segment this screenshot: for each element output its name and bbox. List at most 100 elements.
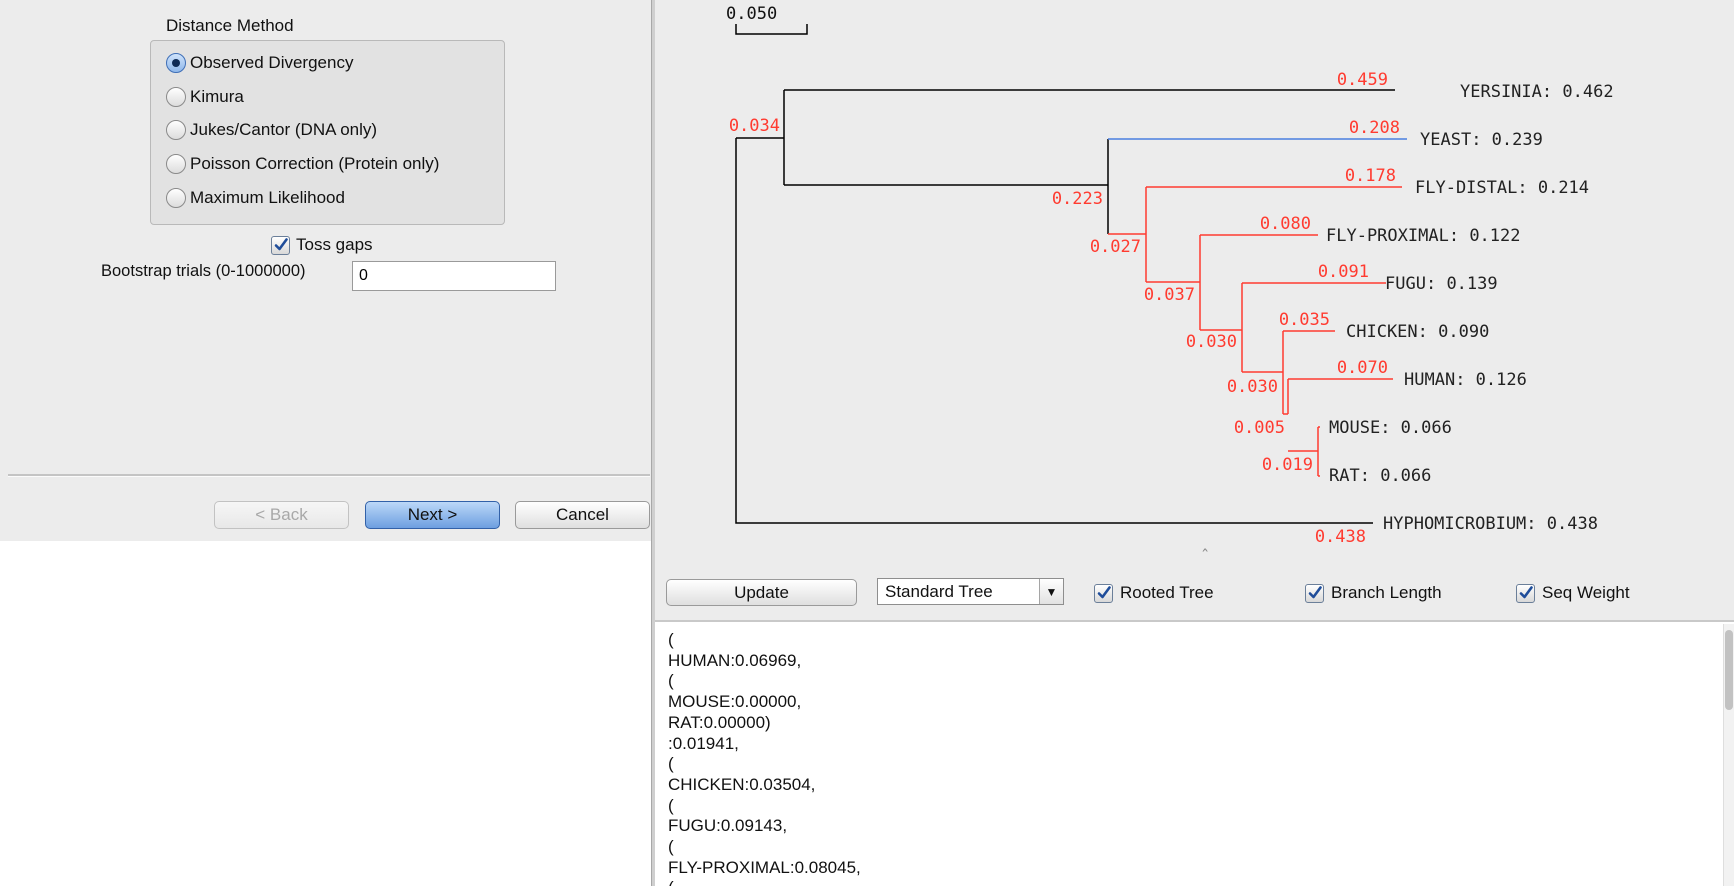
newick-line: ( — [655, 878, 1723, 886]
leaf-value: 0.438 — [1547, 514, 1598, 534]
newick-scroll-thumb[interactable] — [1725, 630, 1733, 710]
newick-line: CHICKEN:0.03504, — [668, 774, 816, 794]
radio-label: Observed Divergency — [190, 53, 354, 72]
leaf-name: HUMAN — [1404, 370, 1455, 390]
leaf-value: 0.239 — [1492, 130, 1543, 150]
internal-branch-label: 0.034 — [729, 116, 780, 136]
newick-line: :0.01941, — [668, 733, 739, 753]
next-button[interactable]: Next > — [365, 501, 500, 529]
radio-maximum-likelihood[interactable]: Maximum Likelihood — [166, 185, 345, 211]
leaf-value: 0.139 — [1446, 274, 1497, 294]
branch-length-label: 0.178 — [1345, 166, 1396, 186]
svg-text:YEAST: 0.239: YEAST: 0.239 — [1420, 130, 1543, 150]
branch-length-label: 0.459 — [1337, 70, 1388, 90]
internal-branch-label: 0.223 — [1052, 189, 1103, 209]
leaf-value: 0.122 — [1469, 226, 1520, 246]
leaf-name: MOUSE — [1329, 418, 1380, 438]
leaf-value: 0.214 — [1538, 178, 1589, 198]
branch-length-checkbox[interactable]: Branch Length — [1305, 583, 1442, 603]
branch-length-labels: 0.459 0.208 0.178 0.080 0.091 0.035 0.07… — [729, 70, 1400, 547]
leaf-name: FLY-DISTAL — [1415, 178, 1517, 198]
branch-length-label: 0.070 — [1337, 358, 1388, 378]
internal-branch-label: 0.019 — [1262, 455, 1313, 475]
tree-type-value: Standard Tree — [885, 581, 993, 601]
radio-icon — [166, 120, 186, 140]
rooted-tree-label: Rooted Tree — [1120, 583, 1214, 602]
branch-length-label: 0.035 — [1279, 310, 1330, 330]
leaf-name: HYPHOMICROBIUM — [1383, 514, 1526, 534]
leaf-value: 0.126 — [1476, 370, 1527, 390]
svg-text:CHICKEN: 0.090: CHICKEN: 0.090 — [1346, 322, 1489, 342]
distance-method-title: Distance Method — [166, 16, 294, 35]
internal-branch-label: 0.030 — [1227, 377, 1278, 397]
internal-branch-label: 0.027 — [1090, 237, 1141, 257]
update-button[interactable]: Update — [666, 579, 857, 606]
newick-line: FLY-PROXIMAL:0.08045, — [668, 857, 861, 877]
branch-length-label: 0.438 — [1315, 527, 1366, 547]
scale-bar — [735, 24, 808, 35]
chevron-down-icon: ▼ — [1039, 579, 1063, 604]
radio-observed-divergency[interactable]: Observed Divergency — [166, 50, 353, 76]
leaf-value: 0.462 — [1562, 82, 1613, 102]
radio-label: Kimura — [190, 87, 244, 106]
checkbox-checked-icon — [271, 235, 290, 255]
scale-bar-label: 0.050 — [726, 4, 777, 24]
leaf-name: FLY-PROXIMAL — [1326, 226, 1449, 246]
newick-line: ( — [668, 630, 674, 649]
leaf-name: RAT — [1329, 466, 1360, 486]
radio-icon — [166, 154, 186, 174]
cancel-button[interactable]: Cancel — [515, 501, 650, 529]
leaf-name: YEAST — [1420, 130, 1471, 150]
newick-line: ( — [668, 837, 674, 857]
newick-line: HUMAN:0.06969, — [668, 650, 802, 670]
phylogenetic-tree: 0.050 YERSINIA: 0.462 YEAST: 0.239 FLY-D… — [726, 4, 1614, 560]
radio-poisson-correction[interactable]: Poisson Correction (Protein only) — [166, 151, 439, 177]
newick-line: ( — [668, 795, 674, 815]
radio-label: Jukes/Cantor (DNA only) — [190, 120, 378, 139]
rooted-tree-checkbox[interactable]: Rooted Tree — [1094, 583, 1214, 603]
svg-text:MOUSE: 0.066: MOUSE: 0.066 — [1329, 418, 1452, 438]
leaf-name: CHICKEN — [1346, 322, 1418, 342]
svg-text:FLY-PROXIMAL: 0.122: FLY-PROXIMAL: 0.122 — [1326, 226, 1521, 246]
tree-type-select[interactable]: Standard Tree ▼ — [877, 578, 1064, 605]
seq-weight-label: Seq Weight — [1542, 583, 1630, 602]
wizard-divider — [8, 474, 650, 477]
leaf-value: 0.066 — [1380, 466, 1431, 486]
branch-length-label: Branch Length — [1331, 583, 1442, 602]
branch-length-label: 0.091 — [1318, 262, 1369, 282]
newick-line: RAT:0.00000) — [668, 712, 771, 732]
svg-text:HUMAN: 0.126: HUMAN: 0.126 — [1404, 370, 1527, 390]
newick-line: ( — [668, 754, 674, 774]
toss-gaps-label: Toss gaps — [296, 235, 373, 254]
svg-text:YERSINIA: 0.462: YERSINIA: 0.462 — [1460, 82, 1614, 102]
radio-icon — [166, 87, 186, 107]
radio-selected-icon — [166, 53, 186, 73]
leaf-value: 0.090 — [1438, 322, 1489, 342]
checkbox-checked-icon — [1094, 583, 1113, 603]
seq-weight-checkbox[interactable]: Seq Weight — [1516, 583, 1630, 603]
newick-line: MOUSE:0.00000, — [668, 692, 802, 712]
leaf-labels: YERSINIA: 0.462 YEAST: 0.239 FLY-DISTAL:… — [1326, 82, 1614, 534]
newick-line: FUGU:0.09143, — [668, 816, 788, 836]
toss-gaps-checkbox[interactable]: Toss gaps — [271, 235, 373, 255]
svg-text:FUGU: 0.139: FUGU: 0.139 — [1385, 274, 1498, 294]
newick-text-area[interactable]: ( HUMAN:0.06969, ( MOUSE:0.00000, RAT:0.… — [655, 624, 1723, 886]
branch-length-label: 0.080 — [1260, 214, 1311, 234]
radio-jukes-cantor[interactable]: Jukes/Cantor (DNA only) — [166, 117, 377, 143]
internal-branch-label: 0.030 — [1186, 332, 1237, 352]
svg-text:HYPHOMICROBIUM: 0.438: HYPHOMICROBIUM: 0.438 — [1383, 514, 1598, 534]
newick-line: ( — [668, 671, 674, 691]
radio-label: Poisson Correction (Protein only) — [190, 154, 440, 173]
leaf-value: 0.066 — [1401, 418, 1452, 438]
bootstrap-label: Bootstrap trials (0-1000000) — [101, 262, 306, 280]
bootstrap-trials-input[interactable] — [352, 261, 556, 291]
checkbox-checked-icon — [1305, 583, 1324, 603]
split-handle-icon[interactable]: ˆ — [1200, 547, 1210, 560]
branch-length-label: 0.208 — [1349, 118, 1400, 138]
radio-icon — [166, 188, 186, 208]
internal-branch-label: 0.037 — [1144, 285, 1195, 305]
radio-kimura[interactable]: Kimura — [166, 84, 244, 110]
back-button[interactable]: < Back — [214, 501, 349, 529]
toolbar-divider — [655, 620, 1734, 622]
radio-label: Maximum Likelihood — [190, 188, 345, 207]
